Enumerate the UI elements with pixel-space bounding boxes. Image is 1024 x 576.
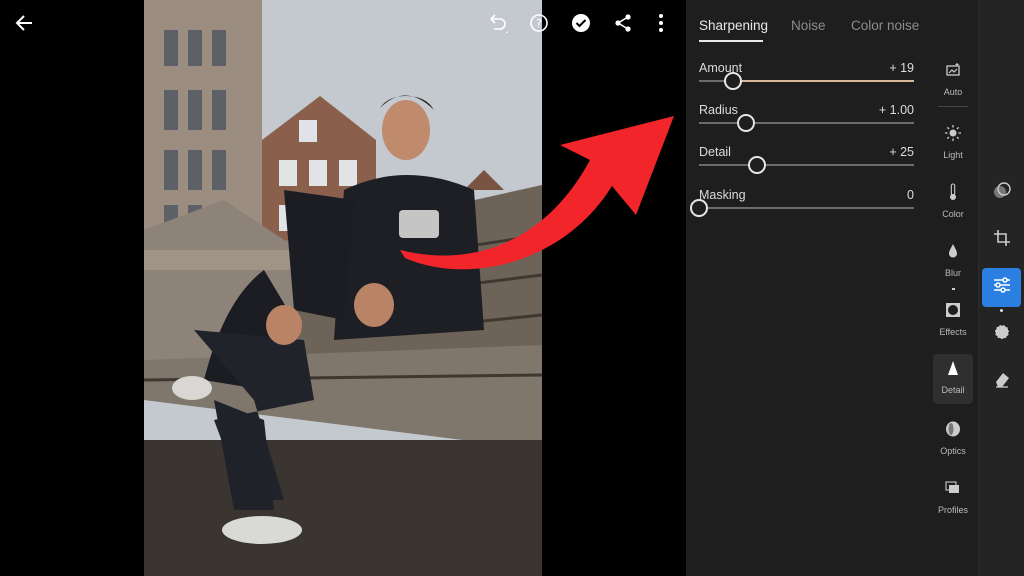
tool-dot xyxy=(952,288,955,290)
active-tab-indicator xyxy=(699,40,763,42)
auto-icon xyxy=(945,62,961,83)
detail-label: Detail xyxy=(699,145,731,159)
detail-track[interactable] xyxy=(699,164,914,166)
radius-slider: Radius + 1.00 xyxy=(699,103,914,143)
tool-divider xyxy=(938,106,968,107)
tool-detail[interactable]: Detail xyxy=(933,354,973,404)
amount-value[interactable]: + 19 xyxy=(889,61,914,75)
tool-auto-label: Auto xyxy=(943,87,963,97)
help-icon: ? xyxy=(529,13,549,33)
masking-slider: Masking 0 xyxy=(690,188,914,228)
radius-thumb[interactable] xyxy=(737,114,756,132)
presets-icon xyxy=(993,182,1011,205)
detail-thumb[interactable] xyxy=(748,156,767,174)
help-button[interactable]: ? xyxy=(527,11,551,35)
undo-button[interactable] xyxy=(486,11,510,35)
photo-illustration xyxy=(144,0,542,576)
masking-thumb[interactable] xyxy=(690,199,708,217)
detail-slider: Detail + 25 xyxy=(699,145,914,185)
tool-auto[interactable]: Auto xyxy=(933,56,973,106)
nav-healing[interactable] xyxy=(982,315,1021,354)
undo-icon xyxy=(486,11,510,35)
radius-value[interactable]: + 1.00 xyxy=(879,103,914,117)
tab-noise[interactable]: Noise xyxy=(791,18,826,33)
edit-sliders-icon xyxy=(992,276,1012,299)
share-button[interactable] xyxy=(611,11,635,35)
drop-icon xyxy=(947,243,959,264)
tool-light-label: Light xyxy=(943,150,963,160)
masking-value[interactable]: 0 xyxy=(907,188,914,202)
tool-optics-label: Optics xyxy=(940,446,966,456)
triangle-icon xyxy=(947,360,959,381)
masking-track[interactable] xyxy=(699,207,914,209)
share-icon xyxy=(613,13,633,33)
tool-effects[interactable]: Effects xyxy=(933,296,973,346)
more-vertical-icon xyxy=(658,13,664,33)
profiles-icon xyxy=(945,480,961,500)
crop-icon xyxy=(993,229,1011,252)
edit-tool-column: Auto Light Color Blur Effects Detail Opt… xyxy=(926,0,978,576)
masking-label: Masking xyxy=(699,188,746,202)
thermometer-icon xyxy=(948,182,958,206)
radius-track[interactable] xyxy=(699,122,914,124)
more-button[interactable] xyxy=(649,11,673,35)
tool-blur[interactable]: Blur xyxy=(933,237,973,287)
tab-sharpening[interactable]: Sharpening xyxy=(699,18,768,33)
amount-fill xyxy=(733,80,914,82)
tab-color-noise[interactable]: Color noise xyxy=(851,18,919,33)
nav-presets[interactable] xyxy=(982,174,1021,213)
amount-slider: Amount + 19 xyxy=(699,61,914,101)
main-nav-column xyxy=(978,0,1024,576)
amount-thumb[interactable] xyxy=(724,72,743,90)
tool-light[interactable]: Light xyxy=(933,119,973,169)
eraser-icon xyxy=(993,370,1011,393)
tool-color-label: Color xyxy=(942,209,964,219)
back-button[interactable] xyxy=(12,11,36,35)
detail-panel: Sharpening Noise Color noise Amount + 19… xyxy=(686,0,926,576)
tool-color[interactable]: Color xyxy=(933,178,973,228)
nav-edit[interactable] xyxy=(982,268,1021,307)
sun-icon xyxy=(944,124,962,147)
tool-detail-label: Detail xyxy=(941,385,965,395)
image-area: ? xyxy=(0,0,686,576)
nav-eraser[interactable] xyxy=(982,362,1021,401)
nav-crop[interactable] xyxy=(982,221,1021,260)
detail-value[interactable]: + 25 xyxy=(889,145,914,159)
tool-effects-label: Effects xyxy=(939,327,967,337)
lens-icon xyxy=(944,420,962,443)
nav-dot xyxy=(1000,309,1003,312)
arrow-left-icon xyxy=(14,13,34,33)
tool-optics[interactable]: Optics xyxy=(933,415,973,465)
tool-profiles[interactable]: Profiles xyxy=(933,474,973,524)
tool-blur-label: Blur xyxy=(944,268,961,278)
detail-tabs: Sharpening Noise Color noise xyxy=(686,0,926,44)
svg-text:?: ? xyxy=(536,17,542,30)
healing-icon xyxy=(993,323,1011,346)
tool-profiles-label: Profiles xyxy=(937,505,968,515)
checkmark-icon xyxy=(571,13,591,33)
vignette-icon xyxy=(945,302,961,323)
photo-canvas[interactable] xyxy=(144,0,542,576)
done-button[interactable] xyxy=(569,11,593,35)
radius-label: Radius xyxy=(699,103,738,117)
